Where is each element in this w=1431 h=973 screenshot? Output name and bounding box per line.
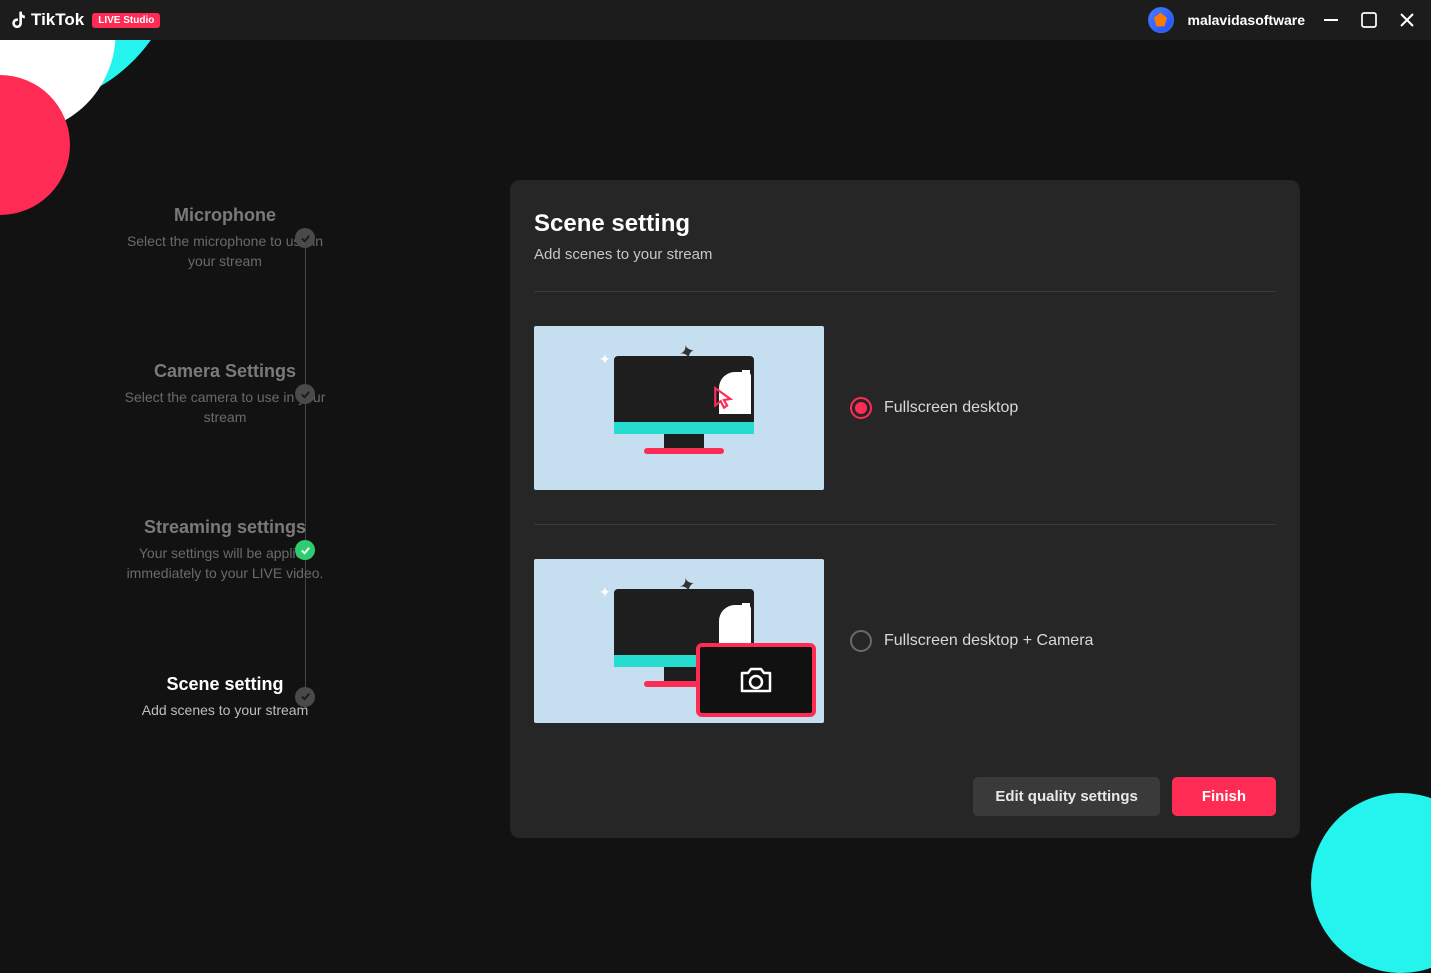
main-content: Microphone Select the microphone to use … bbox=[0, 40, 1431, 893]
step-microphone: Microphone Select the microphone to use … bbox=[50, 205, 340, 271]
radio-fullscreen-camera[interactable]: Fullscreen desktop + Camera bbox=[850, 630, 1093, 652]
avatar[interactable] bbox=[1148, 7, 1174, 33]
radio-label: Fullscreen desktop + Camera bbox=[884, 632, 1093, 650]
scene-thumb-fullscreen-icon: ✦ ✦ bbox=[534, 326, 824, 490]
card-footer: Edit quality settings Finish bbox=[534, 777, 1276, 816]
brand-text: TikTok bbox=[31, 10, 84, 30]
step-line bbox=[305, 230, 306, 700]
stepper: Microphone Select the microphone to use … bbox=[0, 40, 340, 893]
step-title: Streaming settings bbox=[120, 517, 330, 538]
edit-quality-button[interactable]: Edit quality settings bbox=[973, 777, 1160, 816]
radio-selected-icon bbox=[850, 397, 872, 419]
scene-option-fullscreen[interactable]: ✦ ✦ Fullscr bbox=[534, 292, 1276, 524]
scene-settings-card: Scene setting Add scenes to your stream … bbox=[510, 180, 1300, 838]
close-button[interactable] bbox=[1395, 8, 1419, 32]
check-icon bbox=[295, 384, 315, 404]
step-title: Microphone bbox=[120, 205, 330, 226]
tiktok-logo: TikTok bbox=[12, 10, 84, 30]
titlebar-right: malavidasoftware bbox=[1148, 7, 1420, 33]
scene-option-fullscreen-camera[interactable]: ✦ ✦ bbox=[534, 525, 1276, 757]
titlebar: TikTok LIVE Studio malavidasoftware bbox=[0, 0, 1431, 40]
step-streaming: Streaming settings Your settings will be… bbox=[50, 517, 340, 583]
check-icon bbox=[295, 228, 315, 248]
step-scene: Scene setting Add scenes to your stream bbox=[50, 674, 340, 721]
check-icon bbox=[295, 540, 315, 560]
brand: TikTok LIVE Studio bbox=[12, 10, 160, 30]
maximize-button[interactable] bbox=[1357, 8, 1381, 32]
radio-unselected-icon bbox=[850, 630, 872, 652]
minimize-button[interactable] bbox=[1319, 8, 1343, 32]
current-step-icon bbox=[295, 687, 315, 707]
scene-thumb-fullscreen-camera-icon: ✦ ✦ bbox=[534, 559, 824, 723]
camera-icon bbox=[696, 643, 816, 717]
radio-label: Fullscreen desktop bbox=[884, 399, 1018, 417]
step-title: Camera Settings bbox=[120, 361, 330, 382]
card-subtitle: Add scenes to your stream bbox=[534, 246, 1276, 263]
username: malavidasoftware bbox=[1188, 12, 1306, 28]
card-title: Scene setting bbox=[534, 210, 1276, 238]
brand-badge: LIVE Studio bbox=[92, 13, 160, 28]
finish-button[interactable]: Finish bbox=[1172, 777, 1276, 816]
radio-fullscreen[interactable]: Fullscreen desktop bbox=[850, 397, 1018, 419]
step-camera: Camera Settings Select the camera to use… bbox=[50, 361, 340, 427]
